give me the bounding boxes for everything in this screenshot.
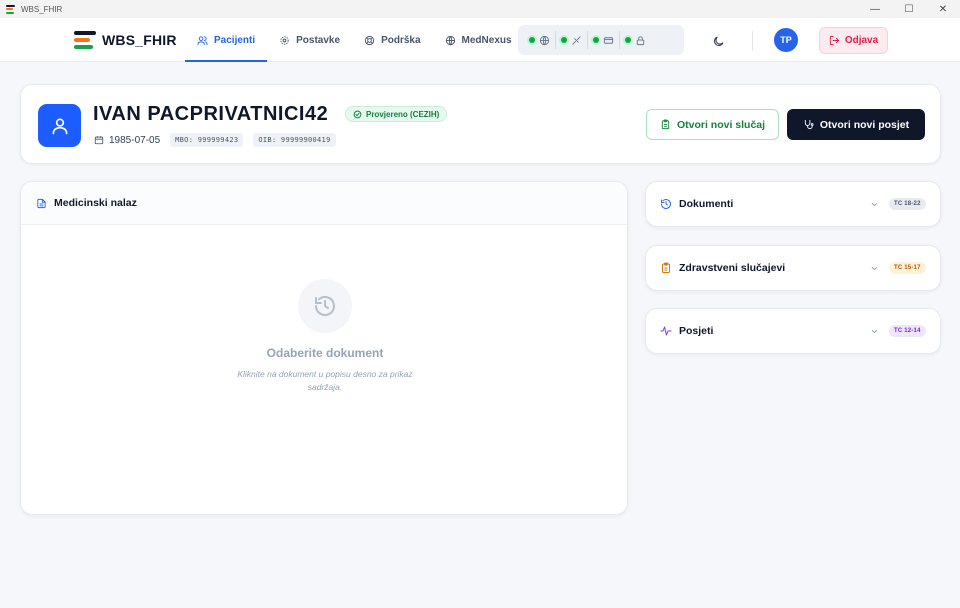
section-posjeti[interactable]: Posjeti TC 12-14 bbox=[645, 308, 941, 354]
clipboard-icon bbox=[662, 262, 670, 273]
nav-divider bbox=[752, 31, 753, 51]
moon-icon bbox=[713, 36, 723, 46]
logout-label: Odjava bbox=[844, 35, 879, 46]
open-visit-button[interactable]: Otvori novi posjet bbox=[787, 109, 925, 140]
tab-mednexus[interactable]: MedNexus bbox=[433, 18, 524, 62]
users-icon bbox=[197, 35, 208, 45]
verified-badge: Provjereno (CEZIH) bbox=[345, 106, 448, 122]
tab-label: Podrška bbox=[381, 34, 421, 46]
open-case-button[interactable]: Otvori novi slučaj bbox=[646, 109, 779, 140]
logout-icon bbox=[829, 35, 839, 46]
dob-value: 1985-07-05 bbox=[109, 134, 161, 146]
status-dot bbox=[593, 37, 599, 43]
connection-status-group bbox=[518, 25, 684, 55]
patient-meta: 1985-07-05 MBO: 999999423 OIB: 999999004… bbox=[94, 133, 336, 147]
chevron-down-icon bbox=[871, 329, 878, 334]
tab-label: Pacijenti bbox=[214, 34, 256, 46]
nav-tabs: Pacijenti Postavke Podrška MedNexus bbox=[185, 18, 524, 62]
status-dot bbox=[561, 37, 567, 43]
lifebuoy-icon bbox=[364, 35, 375, 45]
card-icon bbox=[603, 36, 614, 44]
findings-title: Medicinski nalaz bbox=[54, 197, 137, 209]
brand[interactable]: WBS_FHIR bbox=[74, 31, 177, 49]
lock-icon bbox=[636, 35, 645, 45]
chevron-down-icon bbox=[871, 202, 878, 207]
section-badge: TC 12-14 bbox=[889, 325, 926, 337]
oib-chip: OIB: 99999900419 bbox=[253, 133, 336, 147]
status-item-lock[interactable] bbox=[619, 31, 651, 49]
gear-icon bbox=[280, 35, 289, 45]
globe-icon bbox=[539, 35, 550, 45]
user-icon bbox=[52, 118, 67, 134]
brand-logo-icon bbox=[74, 31, 96, 49]
section-title: Posjeti bbox=[679, 325, 714, 337]
medical-findings-panel: Medicinski nalaz Odaberite dokument Klik… bbox=[20, 181, 628, 515]
patient-avatar bbox=[38, 104, 81, 147]
minimize-button[interactable]: — bbox=[858, 0, 892, 18]
window-title: WBS_FHIR bbox=[21, 4, 63, 14]
section-title: Dokumenti bbox=[679, 198, 734, 210]
tab-label: Postavke bbox=[296, 34, 341, 46]
window-titlebar: WBS_FHIR — ☐ ✕ bbox=[0, 0, 960, 18]
tab-label: MedNexus bbox=[461, 34, 512, 46]
status-item-signature[interactable] bbox=[555, 31, 587, 49]
tab-pacijenti[interactable]: Pacijenti bbox=[185, 18, 268, 62]
patient-dob: 1985-07-05 bbox=[94, 135, 160, 146]
clipboard-icon bbox=[661, 119, 670, 130]
section-badge: TC 15-17 bbox=[889, 262, 926, 274]
calendar-icon bbox=[94, 136, 104, 145]
mbo-chip: MBO: 999999423 bbox=[170, 133, 244, 147]
open-case-label: Otvori novi slučaj bbox=[676, 118, 766, 131]
check-circle-icon bbox=[353, 110, 362, 118]
activity-icon bbox=[660, 326, 672, 336]
section-zdravstveni-slucajevi[interactable]: Zdravstveni slučajevi TC 15-17 bbox=[645, 245, 941, 291]
patient-name: IVAN PACPRIVATNICI42 bbox=[93, 103, 329, 125]
logout-button[interactable]: Odjava bbox=[819, 27, 888, 54]
section-dokumenti[interactable]: Dokumenti TC 18-22 bbox=[645, 181, 941, 227]
theme-toggle-button[interactable] bbox=[710, 33, 726, 49]
globe-icon bbox=[445, 35, 455, 45]
user-avatar[interactable]: TP bbox=[774, 28, 798, 52]
patient-header-card: IVAN PACPRIVATNICI42 Provjereno (CEZIH) … bbox=[20, 84, 941, 164]
app-icon bbox=[6, 4, 15, 14]
document-icon bbox=[37, 198, 46, 208]
verified-label: Provjereno (CEZIH) bbox=[366, 109, 440, 119]
open-visit-label: Otvori novi posjet bbox=[819, 118, 910, 131]
empty-state-icon bbox=[298, 279, 352, 333]
tab-postavke[interactable]: Postavke bbox=[267, 18, 352, 62]
top-navbar: WBS_FHIR Pacijenti Postavke Podrška MedN… bbox=[0, 18, 960, 62]
section-badge: TC 18-22 bbox=[889, 198, 926, 210]
status-item-network[interactable] bbox=[524, 31, 555, 49]
close-button[interactable]: ✕ bbox=[926, 0, 960, 18]
tab-podrska[interactable]: Podrška bbox=[352, 18, 432, 62]
history-icon bbox=[315, 296, 335, 316]
empty-state-title: Odaberite dokument bbox=[266, 346, 384, 360]
status-dot bbox=[529, 37, 535, 43]
section-title: Zdravstveni slučajevi bbox=[679, 262, 786, 274]
status-dot bbox=[625, 37, 631, 43]
stethoscope-icon bbox=[804, 119, 814, 130]
status-item-card[interactable] bbox=[587, 31, 619, 49]
history-icon bbox=[661, 199, 671, 209]
chevron-down-icon bbox=[871, 266, 878, 271]
empty-state-text: Kliknite na dokument u popisu desno za p… bbox=[237, 369, 413, 392]
findings-header: Medicinski nalaz bbox=[21, 182, 627, 225]
window-controls: — ☐ ✕ bbox=[858, 0, 960, 18]
brand-name: WBS_FHIR bbox=[102, 32, 177, 48]
maximize-button[interactable]: ☐ bbox=[892, 0, 926, 18]
signature-icon bbox=[572, 35, 581, 45]
